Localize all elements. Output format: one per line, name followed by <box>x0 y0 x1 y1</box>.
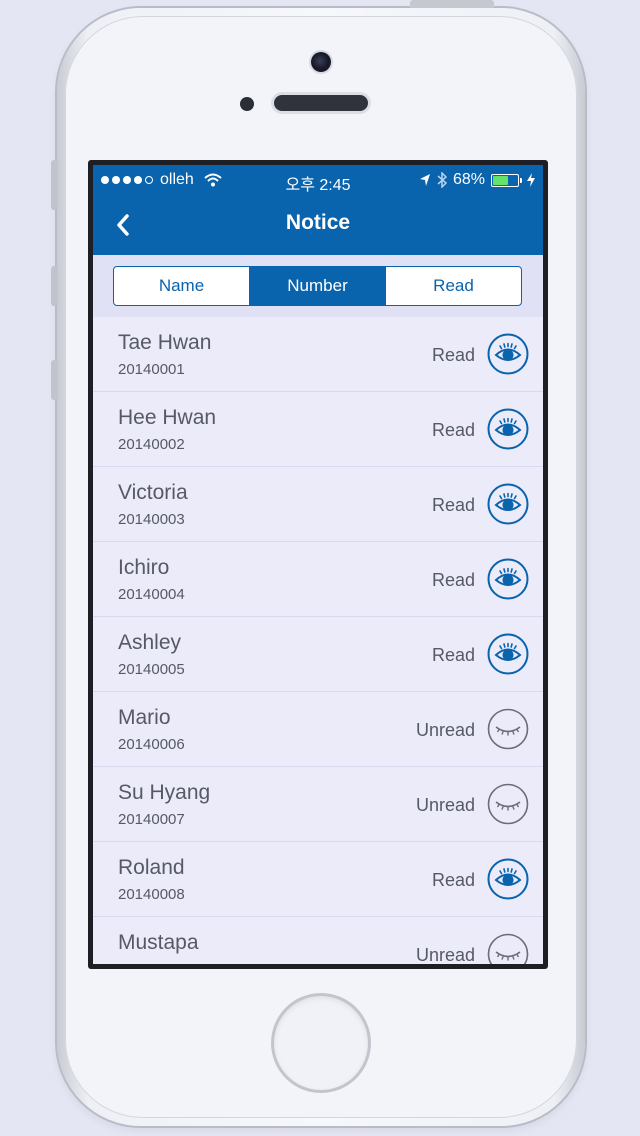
eye-open-icon <box>487 558 529 600</box>
sort-segmented-control: Name Number Read <box>113 266 522 306</box>
eye-open-icon <box>487 333 529 375</box>
member-number: 20140006 <box>118 736 185 753</box>
eye-closed-icon <box>487 708 529 750</box>
list-item[interactable]: Hee Hwan 20140002 Read <box>93 392 543 467</box>
charging-bolt-icon <box>527 173 535 187</box>
list-item[interactable]: Victoria 20140003 Read <box>93 467 543 542</box>
read-status: Read <box>431 345 475 365</box>
read-status: Unread <box>415 795 475 815</box>
eye-open-icon <box>487 858 529 900</box>
read-status: Read <box>431 570 475 590</box>
member-name: Mustapa <box>118 931 199 954</box>
volume-up-button <box>51 266 58 306</box>
member-number: 20140007 <box>118 811 185 828</box>
status-bar: olleh 오후 2:45 68% <box>93 165 543 195</box>
member-name: Tae Hwan <box>118 331 212 354</box>
eye-open-icon <box>487 408 529 450</box>
bluetooth-icon <box>437 172 447 188</box>
member-number: 20140002 <box>118 436 185 453</box>
notice-read-list: Tae Hwan 20140001 Read Hee Hwan 20140002 Rea… <box>93 317 543 964</box>
segment-number[interactable]: Number <box>249 267 385 305</box>
list-item[interactable]: Mustapa 20140009 Unread <box>93 917 543 964</box>
sort-control-bar: Name Number Read <box>93 255 543 317</box>
power-button <box>410 0 494 8</box>
home-button[interactable] <box>274 996 368 1090</box>
member-name: Hee Hwan <box>118 406 217 429</box>
proximity-sensor <box>240 97 254 111</box>
eye-open-icon <box>487 633 529 675</box>
list-item[interactable]: Roland 20140008 Read <box>93 842 543 917</box>
list-item[interactable]: Su Hyang 20140007 Unread <box>93 767 543 842</box>
member-name: Su Hyang <box>118 781 211 804</box>
read-status: Read <box>431 870 475 890</box>
member-number: 20140004 <box>118 586 185 603</box>
mute-switch <box>51 160 58 210</box>
read-status: Read <box>431 495 475 515</box>
status-right: 68% <box>419 171 535 189</box>
member-number: 20140009 <box>118 961 185 964</box>
battery-percent: 68% <box>452 171 485 188</box>
eye-open-icon <box>487 483 529 525</box>
battery-fill <box>493 175 508 185</box>
eye-closed-icon <box>487 933 529 964</box>
member-number: 20140008 <box>118 886 185 903</box>
member-name: Ashley <box>118 631 182 654</box>
member-number: 20140005 <box>118 661 185 678</box>
list-item[interactable]: Ashley 20140005 Read <box>93 617 543 692</box>
nav-header: olleh 오후 2:45 68% Notice <box>93 165 543 255</box>
eye-closed-icon <box>487 783 529 825</box>
read-status: Read <box>431 645 475 665</box>
member-name: Victoria <box>118 481 188 504</box>
segment-read[interactable]: Read <box>385 267 521 305</box>
location-arrow-icon <box>419 174 430 186</box>
app-display: olleh 오후 2:45 68% Notice Name Number Rea… <box>93 165 543 964</box>
member-number: 20140001 <box>118 361 185 378</box>
read-status: Unread <box>415 720 475 740</box>
list-item[interactable]: Mario 20140006 Unread <box>93 692 543 767</box>
member-number: 20140003 <box>118 511 185 528</box>
read-status: Unread <box>415 945 475 964</box>
read-status: Read <box>431 420 475 440</box>
list-item[interactable]: Ichiro 20140004 Read <box>93 542 543 617</box>
member-name: Mario <box>118 706 171 729</box>
page-title: Notice <box>285 211 351 234</box>
list-item[interactable]: Tae Hwan 20140001 Read <box>93 317 543 392</box>
volume-down-button <box>51 360 58 400</box>
member-name: Roland <box>118 856 185 879</box>
earpiece-speaker <box>274 95 368 111</box>
front-camera <box>311 52 331 72</box>
segment-name[interactable]: Name <box>114 267 249 305</box>
member-name: Ichiro <box>118 556 170 579</box>
battery-icon <box>491 173 522 187</box>
